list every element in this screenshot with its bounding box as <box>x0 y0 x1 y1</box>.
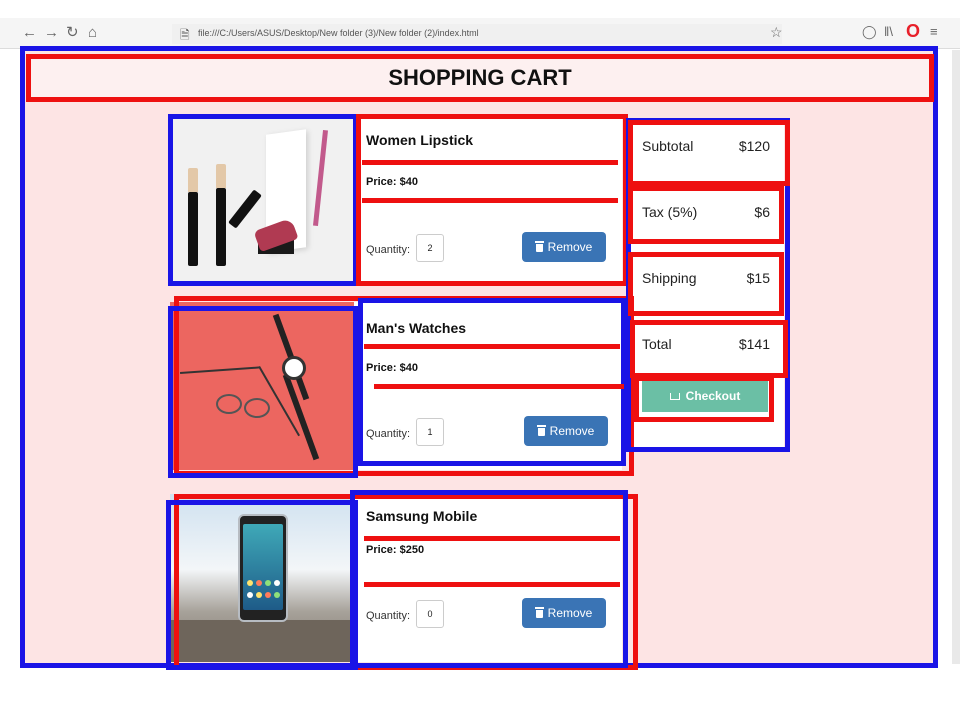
checkout-button[interactable]: Checkout <box>642 380 768 412</box>
product-info: Samsung Mobile Price: $250 Quantity: 0 R… <box>366 494 616 658</box>
product-image-watch <box>170 302 354 470</box>
quantity-label: Quantity: <box>366 244 411 256</box>
product-name: Samsung Mobile <box>366 508 478 524</box>
home-icon[interactable]: ⌂ <box>88 24 97 42</box>
tax-label: Tax (5%) <box>642 204 698 220</box>
subtotal-value: $120 <box>738 138 770 154</box>
annotation-line <box>362 160 618 165</box>
total-value: $141 <box>738 336 770 352</box>
trash-icon <box>534 607 544 618</box>
product-name: Women Lipstick <box>366 132 474 148</box>
pocket-icon[interactable]: ◯ <box>862 24 877 40</box>
subtotal-row: Subtotal $120 <box>634 122 778 172</box>
bookmark-star-icon[interactable]: ☆ <box>770 24 783 41</box>
scrollbar[interactable] <box>952 50 960 664</box>
remove-button[interactable]: Remove <box>522 598 606 628</box>
annotation-line <box>364 344 620 349</box>
quantity-label: Quantity: <box>366 610 411 622</box>
quantity-label: Quantity: <box>366 428 411 440</box>
remove-label: Remove <box>547 606 593 620</box>
menu-icon[interactable]: ≡ <box>930 24 938 39</box>
product-price: Price: $40 <box>366 362 418 374</box>
url-text[interactable]: file:///C:/Users/ASUS/Desktop/New folder… <box>198 28 479 38</box>
page-icon: 🗎 <box>180 28 190 42</box>
product-price: Price: $250 <box>366 544 425 556</box>
checkout-label: Checkout <box>685 389 741 403</box>
product-image-lipstick <box>170 118 354 282</box>
shipping-label: Shipping <box>642 270 697 286</box>
shipping-row: Shipping $15 <box>634 254 778 304</box>
total-label: Total <box>642 336 672 352</box>
subtotal-label: Subtotal <box>642 138 694 154</box>
trash-icon <box>536 425 546 436</box>
remove-button[interactable]: Remove <box>524 416 608 446</box>
annotation-line <box>362 198 618 203</box>
annotation-line <box>374 384 624 389</box>
remove-label: Remove <box>549 424 595 438</box>
product-image-mobile <box>170 494 354 662</box>
annotation-line <box>364 536 620 541</box>
cart-icon <box>669 393 680 400</box>
order-summary: Subtotal $120 Tax (5%) $6 Shipping $15 T… <box>630 118 784 448</box>
tax-row: Tax (5%) $6 <box>634 188 778 238</box>
quantity-input[interactable]: 0 <box>416 600 444 628</box>
cart-item-mobile: Samsung Mobile Price: $250 Quantity: 0 R… <box>170 494 622 662</box>
annotation-line <box>364 582 620 587</box>
page-title: SHOPPING CART <box>388 65 572 90</box>
remove-button[interactable]: Remove <box>522 232 606 262</box>
quantity-input[interactable]: 2 <box>416 234 444 262</box>
quantity-input[interactable]: 1 <box>416 418 444 446</box>
product-name: Man's Watches <box>366 320 467 336</box>
reload-icon[interactable]: ↻ <box>66 24 79 42</box>
trash-icon <box>534 241 544 252</box>
tax-value: $6 <box>754 204 770 220</box>
shipping-value: $15 <box>746 270 770 286</box>
back-icon[interactable]: ← <box>22 24 37 42</box>
total-row: Total $141 <box>634 320 778 370</box>
address-bar[interactable]: 🗎 file:///C:/Users/ASUS/Desktop/New fold… <box>172 24 782 44</box>
page-header: SHOPPING CART <box>26 54 934 98</box>
browser-toolbar: ← → ↻ ⌂ 🗎 file:///C:/Users/ASUS/Desktop/… <box>0 18 960 49</box>
opera-icon[interactable]: O <box>906 21 920 42</box>
remove-label: Remove <box>547 240 593 254</box>
product-price: Price: $40 <box>366 176 418 188</box>
forward-icon[interactable]: → <box>44 24 59 42</box>
library-icon[interactable]: ‖\ <box>884 24 893 39</box>
